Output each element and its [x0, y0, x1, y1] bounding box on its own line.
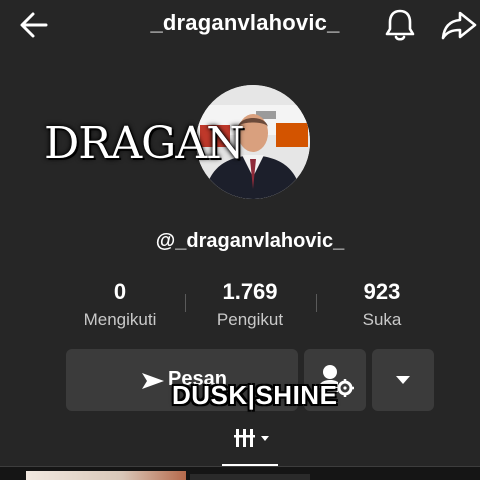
username-handle: @_draganvlahovic_ [155, 230, 345, 252]
video-thumbnail[interactable] [190, 474, 310, 480]
notification-button[interactable] [381, 7, 419, 43]
stat-likes[interactable]: 923 Suka [312, 278, 452, 330]
share-arrow-icon [441, 11, 477, 40]
stat-following[interactable]: 0 Mengikuti [50, 278, 190, 330]
arrow-left-icon [20, 12, 48, 38]
tab-videos[interactable] [222, 424, 278, 464]
page-title: _draganvlahovic_ [150, 10, 340, 35]
video-thumbnail[interactable] [26, 471, 186, 480]
stat-value: 0 [113, 279, 127, 304]
stat-label: Pengikut [216, 310, 284, 329]
back-button[interactable] [16, 8, 56, 42]
stat-label: Mengikuti [83, 310, 157, 329]
more-options-button[interactable] [372, 349, 434, 411]
paper-plane-icon [142, 373, 164, 389]
stat-label: Suka [362, 310, 402, 329]
watermark-text: DUSK|SHINE [172, 380, 338, 410]
caret-down-icon [396, 376, 410, 384]
stat-followers[interactable]: 1.769 Pengikut [180, 278, 320, 330]
stat-value: 923 [363, 279, 401, 304]
grid-columns-icon [234, 429, 269, 447]
stat-value: 1.769 [222, 279, 278, 304]
bell-icon [385, 9, 415, 41]
share-button[interactable] [440, 8, 478, 42]
overlay-name-text: DRAGAN [44, 118, 245, 169]
